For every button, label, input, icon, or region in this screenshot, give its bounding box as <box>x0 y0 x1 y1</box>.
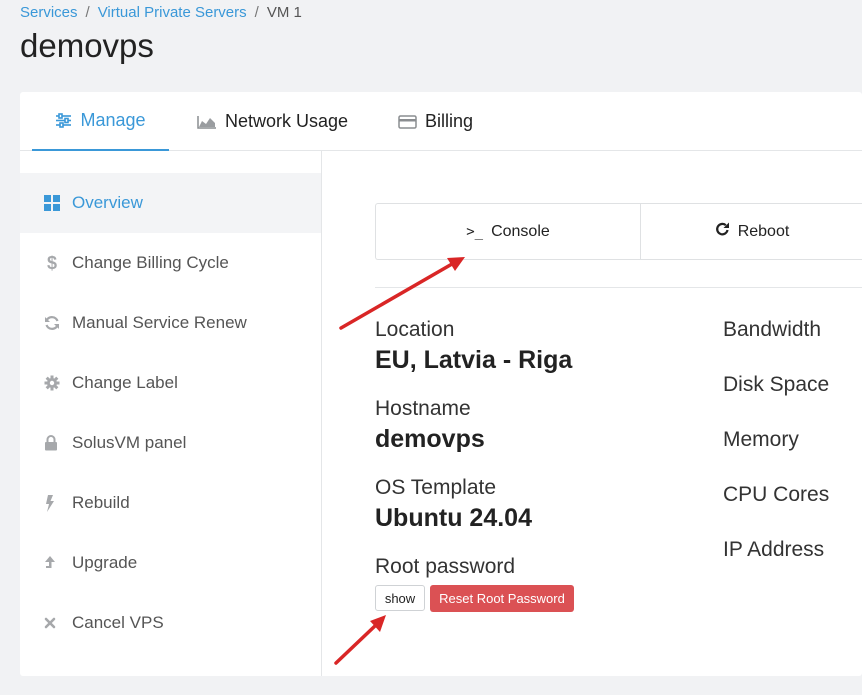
sidebar-item-manual-service-renew[interactable]: Manual Service Renew <box>20 293 321 353</box>
grid-icon <box>44 195 70 211</box>
sidebar-item-label: Rebuild <box>72 493 130 512</box>
tab-manage-label: Manage <box>80 110 146 130</box>
hostname-value: demovps <box>375 425 485 453</box>
sidebar-item-label: Change Billing Cycle <box>72 253 229 272</box>
sidebar-item-label: Upgrade <box>72 553 138 572</box>
cpu-cores-label: CPU Cores <box>723 483 830 506</box>
sidebar-item-rebuild[interactable]: Rebuild <box>20 473 321 533</box>
refresh-icon <box>44 315 70 331</box>
bandwidth-label: Bandwidth <box>723 318 822 341</box>
reset-root-password-button[interactable]: Reset Root Password <box>430 585 574 612</box>
sliders-icon <box>56 113 72 128</box>
action-button-group: >_ Console Reboot <box>375 203 862 260</box>
service-card: Manage Network Usage Billing Overview $ <box>20 92 862 676</box>
sidebar-item-upgrade[interactable]: Upgrade <box>20 533 321 593</box>
gear-icon <box>44 375 70 391</box>
show-password-button[interactable]: show <box>375 585 425 611</box>
area-chart-icon <box>197 115 216 129</box>
sidebar-item-solusvm-panel[interactable]: SolusVM panel <box>20 413 321 473</box>
memory-label: Memory <box>723 428 799 451</box>
page-title: demovps <box>20 27 154 64</box>
tab-bar: Manage Network Usage Billing <box>20 92 862 151</box>
reboot-button-label: Reboot <box>737 222 790 240</box>
breadcrumb: Services / Virtual Private Servers / VM 1 <box>20 4 302 21</box>
os-template-label: OS Template <box>375 476 497 499</box>
tab-manage[interactable]: Manage <box>32 92 169 151</box>
tab-network-usage-label: Network Usage <box>225 111 349 131</box>
console-button-label: Console <box>491 222 550 240</box>
os-template-value: Ubuntu 24.04 <box>375 504 532 532</box>
sidebar-item-change-billing-cycle[interactable]: $ Change Billing Cycle <box>20 233 321 293</box>
sidebar-item-cancel-vps[interactable]: Cancel VPS <box>20 593 321 653</box>
terminal-icon: >_ <box>466 223 484 240</box>
bolt-icon <box>44 494 70 512</box>
sidebar-item-label: Change Label <box>72 373 178 392</box>
sidebar-item-change-label[interactable]: Change Label <box>20 353 321 413</box>
credit-card-icon <box>398 114 417 129</box>
sidebar: Overview $ Change Billing Cycle Manual S… <box>20 151 322 676</box>
breadcrumb-link-vps[interactable]: Virtual Private Servers <box>98 4 247 21</box>
sidebar-item-label: SolusVM panel <box>72 433 187 452</box>
divider <box>375 287 862 288</box>
disk-space-label: Disk Space <box>723 373 830 396</box>
sidebar-item-overview[interactable]: Overview <box>20 173 321 233</box>
tab-billing[interactable]: Billing <box>398 92 473 151</box>
hostname-label: Hostname <box>375 397 471 420</box>
breadcrumb-current: VM 1 <box>266 4 302 21</box>
reboot-button[interactable]: Reboot <box>641 204 862 259</box>
lock-icon <box>44 435 70 451</box>
reboot-icon <box>715 222 730 241</box>
ip-address-label: IP Address <box>723 538 825 561</box>
root-password-label: Root password <box>375 555 516 578</box>
dollar-icon: $ <box>47 252 58 273</box>
console-button[interactable]: >_ Console <box>376 204 641 259</box>
sidebar-item-label: Cancel VPS <box>72 613 164 632</box>
location-label: Location <box>375 318 455 341</box>
tab-network-usage[interactable]: Network Usage <box>197 92 348 151</box>
arrow-up-icon <box>44 555 70 571</box>
tab-billing-label: Billing <box>425 111 474 131</box>
location-value: EU, Latvia - Riga <box>375 346 573 374</box>
sidebar-item-label: Overview <box>72 193 143 212</box>
breadcrumb-link-services[interactable]: Services <box>20 4 78 21</box>
breadcrumb-separator: / <box>254 4 259 21</box>
breadcrumb-separator: / <box>85 4 90 21</box>
sidebar-item-label: Manual Service Renew <box>72 313 247 332</box>
close-icon <box>44 617 70 629</box>
